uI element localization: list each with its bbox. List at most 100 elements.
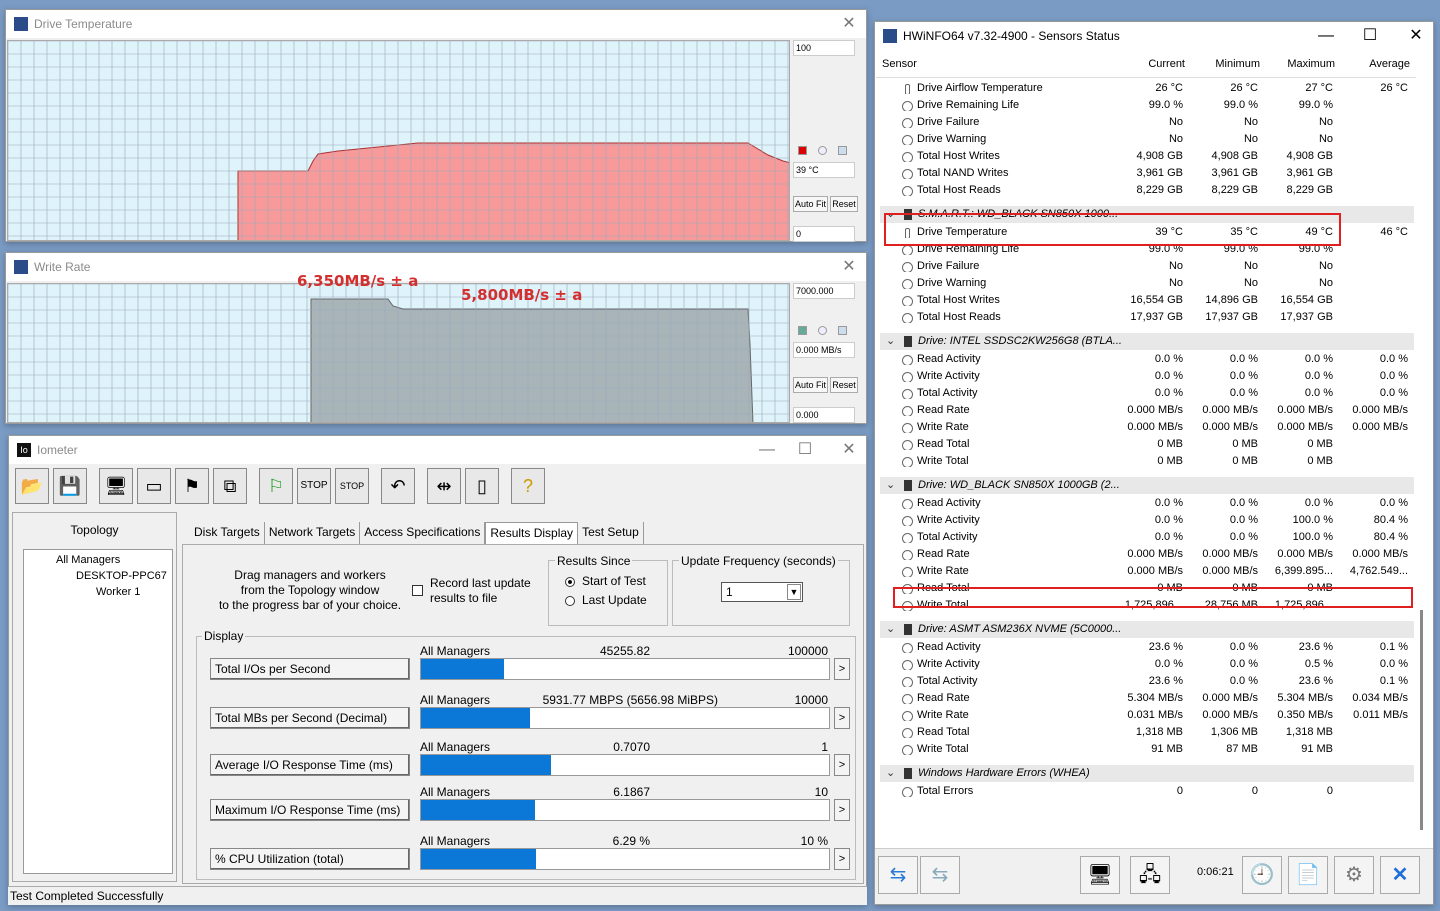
chevron-down-icon[interactable]: ⌄ (886, 765, 895, 782)
sensor-row[interactable]: Read Rate 0.000 MB/s 0.000 MB/s 0.000 MB… (880, 545, 1414, 562)
col-current[interactable]: Current (1114, 58, 1189, 77)
close-icon[interactable]: ✕ (840, 441, 858, 459)
metric-more-button[interactable]: > (834, 754, 850, 776)
sensor-row[interactable]: Total Activity 0.0 % 0.0 % 100.0 % 80.4 … (880, 528, 1414, 545)
sensor-row[interactable]: Write Total 1,725,896... 28,756 MB 1,725… (880, 596, 1414, 613)
disk-worker-icon[interactable]: ▭ (137, 468, 171, 504)
chevron-down-icon[interactable]: ⌄ (886, 477, 895, 494)
sensor-row[interactable]: Total Errors 0 0 0 (880, 782, 1414, 799)
duplicate-worker-icon[interactable]: ⧉ (213, 468, 247, 504)
collapse-arrows-icon[interactable]: ⇆ (878, 856, 918, 894)
sensor-row[interactable]: Write Activity 0.0 % 0.0 % 0.5 % 0.0 % (880, 655, 1414, 672)
exit-icon[interactable]: ▯ (465, 468, 499, 504)
sensor-row[interactable]: Total Host Writes 4,908 GB 4,908 GB 4,90… (880, 147, 1414, 164)
expand-arrows-icon[interactable]: ⇆ (920, 856, 960, 894)
sensor-row[interactable]: Total Host Reads 8,229 GB 8,229 GB 8,229… (880, 181, 1414, 198)
sensor-row[interactable]: Write Activity 0.0 % 0.0 % 0.0 % 0.0 % (880, 367, 1414, 384)
sensor-row[interactable]: Drive Warning No No No (880, 130, 1414, 147)
drive-temperature-titlebar[interactable]: Drive Temperature ✕ (6, 10, 866, 38)
report-icon[interactable]: 🖥 (1080, 856, 1120, 894)
save-icon[interactable]: 💾 (53, 468, 87, 504)
sensor-row[interactable]: Drive Remaining Life 99.0 % 99.0 % 99.0 … (880, 240, 1414, 257)
frequency-select[interactable]: 1 ▼ (721, 582, 803, 602)
sensor-group-header[interactable]: ⌄ S.M.A.R.T.: WD_BLACK SN850X 1000... (880, 206, 1414, 223)
minimize-icon[interactable]: — (1317, 27, 1335, 45)
sensor-row[interactable]: Drive Failure No No No (880, 113, 1414, 130)
metric-selector-button[interactable]: Average I/O Response Time (ms) (210, 754, 410, 776)
color-swatch-2[interactable] (818, 146, 827, 155)
color-swatch-3[interactable] (838, 146, 847, 155)
new-manager-icon[interactable]: 🖥 (99, 468, 133, 504)
reset-workers-icon[interactable]: ↶ (381, 468, 415, 504)
stop-icon[interactable]: STOP (297, 468, 331, 504)
sensor-row[interactable]: Total Host Reads 17,937 GB 17,937 GB 17,… (880, 308, 1414, 325)
tab-disk-targets[interactable]: Disk Targets (190, 522, 265, 544)
clock-icon[interactable]: 🕘 (1242, 856, 1282, 894)
color-swatch-3[interactable] (838, 326, 847, 335)
sensor-row[interactable]: Total NAND Writes 3,961 GB 3,961 GB 3,96… (880, 164, 1414, 181)
settings-icon[interactable]: ⚙ (1334, 856, 1374, 894)
sensor-row[interactable]: Drive Failure No No No (880, 257, 1414, 274)
sensor-row[interactable]: Total Activity 23.6 % 0.0 % 23.6 % 0.1 % (880, 672, 1414, 689)
hwinfo-titlebar[interactable]: HWiNFO64 v7.32-4900 - Sensors Status — ☐… (875, 22, 1433, 50)
sensor-row[interactable]: Write Rate 0.000 MB/s 0.000 MB/s 0.000 M… (880, 418, 1414, 435)
metric-more-button[interactable]: > (834, 799, 850, 821)
sensor-row[interactable]: Read Total 0 MB 0 MB 0 MB (880, 579, 1414, 596)
metric-more-button[interactable]: > (834, 848, 850, 870)
color-swatch-1[interactable] (798, 326, 807, 335)
reset-button[interactable]: Reset (830, 196, 858, 212)
add-log-icon[interactable]: 📄 (1288, 856, 1328, 894)
tab-results-display[interactable]: Results Display (485, 522, 579, 544)
sensor-row[interactable]: Read Total 1,318 MB 1,306 MB 1,318 MB (880, 723, 1414, 740)
sensor-row[interactable]: Read Rate 5.304 MB/s 0.000 MB/s 5.304 MB… (880, 689, 1414, 706)
metric-selector-button[interactable]: Total MBs per Second (Decimal) (210, 707, 410, 729)
sensor-group-header[interactable]: ⌄ Drive: WD_BLACK SN850X 1000GB (2... (880, 477, 1414, 494)
sensor-row[interactable]: Write Total 0 MB 0 MB 0 MB (880, 452, 1414, 469)
network-icon[interactable]: 🖧 (1130, 856, 1170, 894)
tree-all-managers[interactable]: All Managers (56, 554, 120, 566)
col-minimum[interactable]: Minimum (1189, 58, 1264, 77)
tab-test-setup[interactable]: Test Setup (578, 522, 644, 544)
metric-more-button[interactable]: > (834, 658, 850, 680)
sensor-group-header[interactable]: ⌄ Drive: ASMT ASM236X NVME (5C0000... (880, 621, 1414, 638)
close-icon[interactable]: ✕ (840, 15, 858, 33)
sensor-row[interactable]: Total Activity 0.0 % 0.0 % 0.0 % 0.0 % (880, 384, 1414, 401)
metric-more-button[interactable]: > (834, 707, 850, 729)
auto-fit-button[interactable]: Auto Fit (793, 377, 828, 393)
metric-selector-button[interactable]: % CPU Utilization (total) (210, 848, 410, 870)
maximize-icon[interactable]: ☐ (1361, 27, 1379, 45)
sensor-row[interactable]: Write Rate 0.031 MB/s 0.000 MB/s 0.350 M… (880, 706, 1414, 723)
sensor-row[interactable]: Drive Temperature 39 °C 35 °C 49 °C 46 °… (880, 223, 1414, 240)
chevron-down-icon[interactable]: ▼ (787, 584, 801, 600)
scrollbar[interactable] (1420, 610, 1423, 830)
col-average[interactable]: Average (1339, 58, 1414, 77)
sensor-row[interactable]: Write Rate 0.000 MB/s 0.000 MB/s 6,399.8… (880, 562, 1414, 579)
close-icon[interactable]: ✕ (1407, 27, 1425, 45)
col-maximum[interactable]: Maximum (1264, 58, 1339, 77)
open-icon[interactable]: 📂 (15, 468, 49, 504)
sensor-row[interactable]: Read Activity 0.0 % 0.0 % 0.0 % 0.0 % (880, 350, 1414, 367)
chevron-down-icon[interactable]: ⌄ (886, 206, 895, 223)
radio-last-update[interactable] (565, 596, 575, 606)
tree-desktop-manager[interactable]: DESKTOP-PPC67 (76, 570, 167, 582)
sensor-row[interactable]: Drive Warning No No No (880, 274, 1414, 291)
record-checkbox[interactable] (412, 585, 423, 596)
reset-button[interactable]: Reset (830, 377, 858, 393)
tree-worker-1[interactable]: Worker 1 (96, 586, 140, 598)
stop-all-icon[interactable]: STOP (335, 468, 369, 504)
sensor-row[interactable]: Total Host Writes 16,554 GB 14,896 GB 16… (880, 291, 1414, 308)
auto-fit-button[interactable]: Auto Fit (793, 196, 828, 212)
color-red-swatch[interactable] (798, 146, 807, 155)
radio-start-of-test[interactable] (565, 577, 575, 587)
disconnect-icon[interactable]: ⇹ (427, 468, 461, 504)
sensor-row[interactable]: Drive Airflow Temperature 26 °C 26 °C 27… (880, 79, 1414, 96)
metric-selector-button[interactable]: Total I/Os per Second (210, 658, 410, 680)
start-flag-icon[interactable]: ⚐ (259, 468, 293, 504)
close-icon[interactable]: ✕ (840, 258, 858, 276)
sensor-row[interactable]: Read Rate 0.000 MB/s 0.000 MB/s 0.000 MB… (880, 401, 1414, 418)
sensor-row[interactable]: Read Total 0 MB 0 MB 0 MB (880, 435, 1414, 452)
sensor-row[interactable]: Drive Remaining Life 99.0 % 99.0 % 99.0 … (880, 96, 1414, 113)
maximize-icon[interactable]: ☐ (796, 441, 814, 459)
sensor-row[interactable]: Write Activity 0.0 % 0.0 % 100.0 % 80.4 … (880, 511, 1414, 528)
write-rate-titlebar[interactable]: Write Rate ✕ (6, 253, 866, 281)
